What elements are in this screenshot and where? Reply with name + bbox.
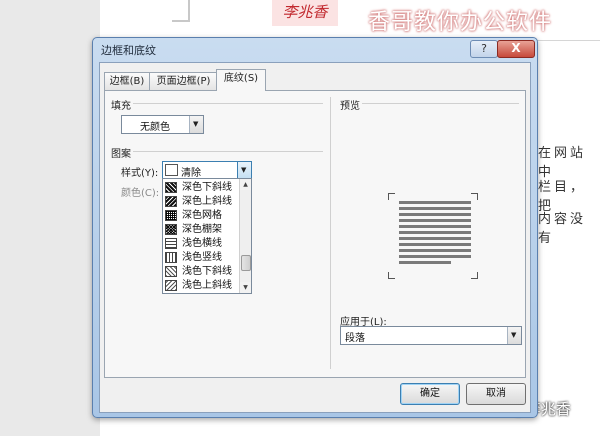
dark-grid-icon bbox=[165, 210, 177, 221]
apply-to-value: 段落 bbox=[345, 333, 365, 344]
light-vertical-icon bbox=[165, 252, 177, 263]
swatch-clear bbox=[165, 164, 178, 176]
color-label: 颜色(C): bbox=[121, 188, 160, 199]
style-dropdown[interactable]: 清除 bbox=[162, 161, 252, 179]
dark-up-diagonal-icon bbox=[165, 196, 177, 207]
style-label: 样式(Y): bbox=[121, 168, 159, 179]
shading-panel: 填充 无颜色 图案 样式(Y): 清除 颜色(C): 深色下斜线 bbox=[104, 90, 526, 378]
page-corner-mark-vertical bbox=[188, 0, 190, 20]
fill-color-dropdown[interactable]: 无颜色 bbox=[121, 115, 204, 134]
preview-corner-mark bbox=[471, 193, 478, 200]
dark-trellis-icon bbox=[165, 224, 177, 235]
preview-corner-mark bbox=[471, 272, 478, 279]
tab-shading[interactable]: 底纹(S) bbox=[216, 69, 266, 91]
preview-separator bbox=[362, 103, 519, 104]
borders-shading-dialog: 边框和底纹 ? X 边框(B) 页面边框(P) 底纹(S) 填充 无颜色 图案 … bbox=[92, 37, 538, 418]
fill-color-value: 无颜色 bbox=[140, 122, 170, 133]
preview-section-label: 预览 bbox=[340, 101, 360, 112]
page-corner-mark bbox=[172, 20, 190, 22]
chevron-down-icon[interactable] bbox=[507, 327, 521, 344]
scroll-down-icon[interactable]: ▼ bbox=[240, 282, 251, 293]
ok-button[interactable]: 确定 bbox=[400, 383, 460, 405]
seal-stamp: 李兆香 bbox=[272, 0, 338, 26]
chevron-down-icon[interactable] bbox=[237, 162, 251, 178]
light-horizontal-icon bbox=[165, 238, 177, 249]
apply-to-dropdown[interactable]: 段落 bbox=[340, 326, 522, 345]
doc-text-line-3: 内容没有 bbox=[538, 212, 587, 246]
help-button[interactable]: ? bbox=[470, 40, 498, 58]
list-scrollbar[interactable]: ▲ ▼ bbox=[239, 179, 251, 293]
doc-text-line-1: 在网站中 bbox=[538, 146, 587, 180]
light-down-diagonal-icon bbox=[165, 266, 177, 277]
tab-page-border[interactable]: 页面边框(P) bbox=[149, 72, 218, 90]
page-divider bbox=[535, 40, 600, 41]
pattern-section-label: 图案 bbox=[111, 149, 131, 160]
scroll-thumb[interactable] bbox=[241, 255, 251, 271]
close-button[interactable]: X bbox=[497, 40, 535, 58]
style-options-list[interactable]: 深色下斜线 深色上斜线 深色网格 深色棚架 浅色横线 浅色竖线 浅色下斜线 浅色… bbox=[162, 178, 252, 294]
preview-sample-text bbox=[399, 201, 471, 271]
preview-corner-mark bbox=[388, 272, 395, 279]
panel-divider bbox=[330, 97, 331, 369]
pattern-separator bbox=[133, 151, 323, 152]
fill-separator bbox=[133, 103, 323, 104]
style-value: 清除 bbox=[181, 168, 201, 179]
light-up-diagonal-icon bbox=[165, 280, 177, 291]
watermark-title: 香哥教你办公软件 bbox=[368, 10, 553, 35]
preview-corner-mark bbox=[388, 193, 395, 200]
dialog-title: 边框和底纹 bbox=[101, 44, 156, 57]
dark-down-diagonal-icon bbox=[165, 182, 177, 193]
tab-borders[interactable]: 边框(B) bbox=[104, 72, 150, 90]
chevron-down-icon[interactable] bbox=[189, 116, 203, 133]
fill-section-label: 填充 bbox=[111, 101, 131, 112]
cancel-button[interactable]: 取消 bbox=[466, 383, 526, 405]
left-margin bbox=[0, 0, 100, 436]
scroll-up-icon[interactable]: ▲ bbox=[240, 179, 251, 190]
dialog-body: 边框(B) 页面边框(P) 底纹(S) 填充 无颜色 图案 样式(Y): 清除 … bbox=[99, 62, 531, 413]
